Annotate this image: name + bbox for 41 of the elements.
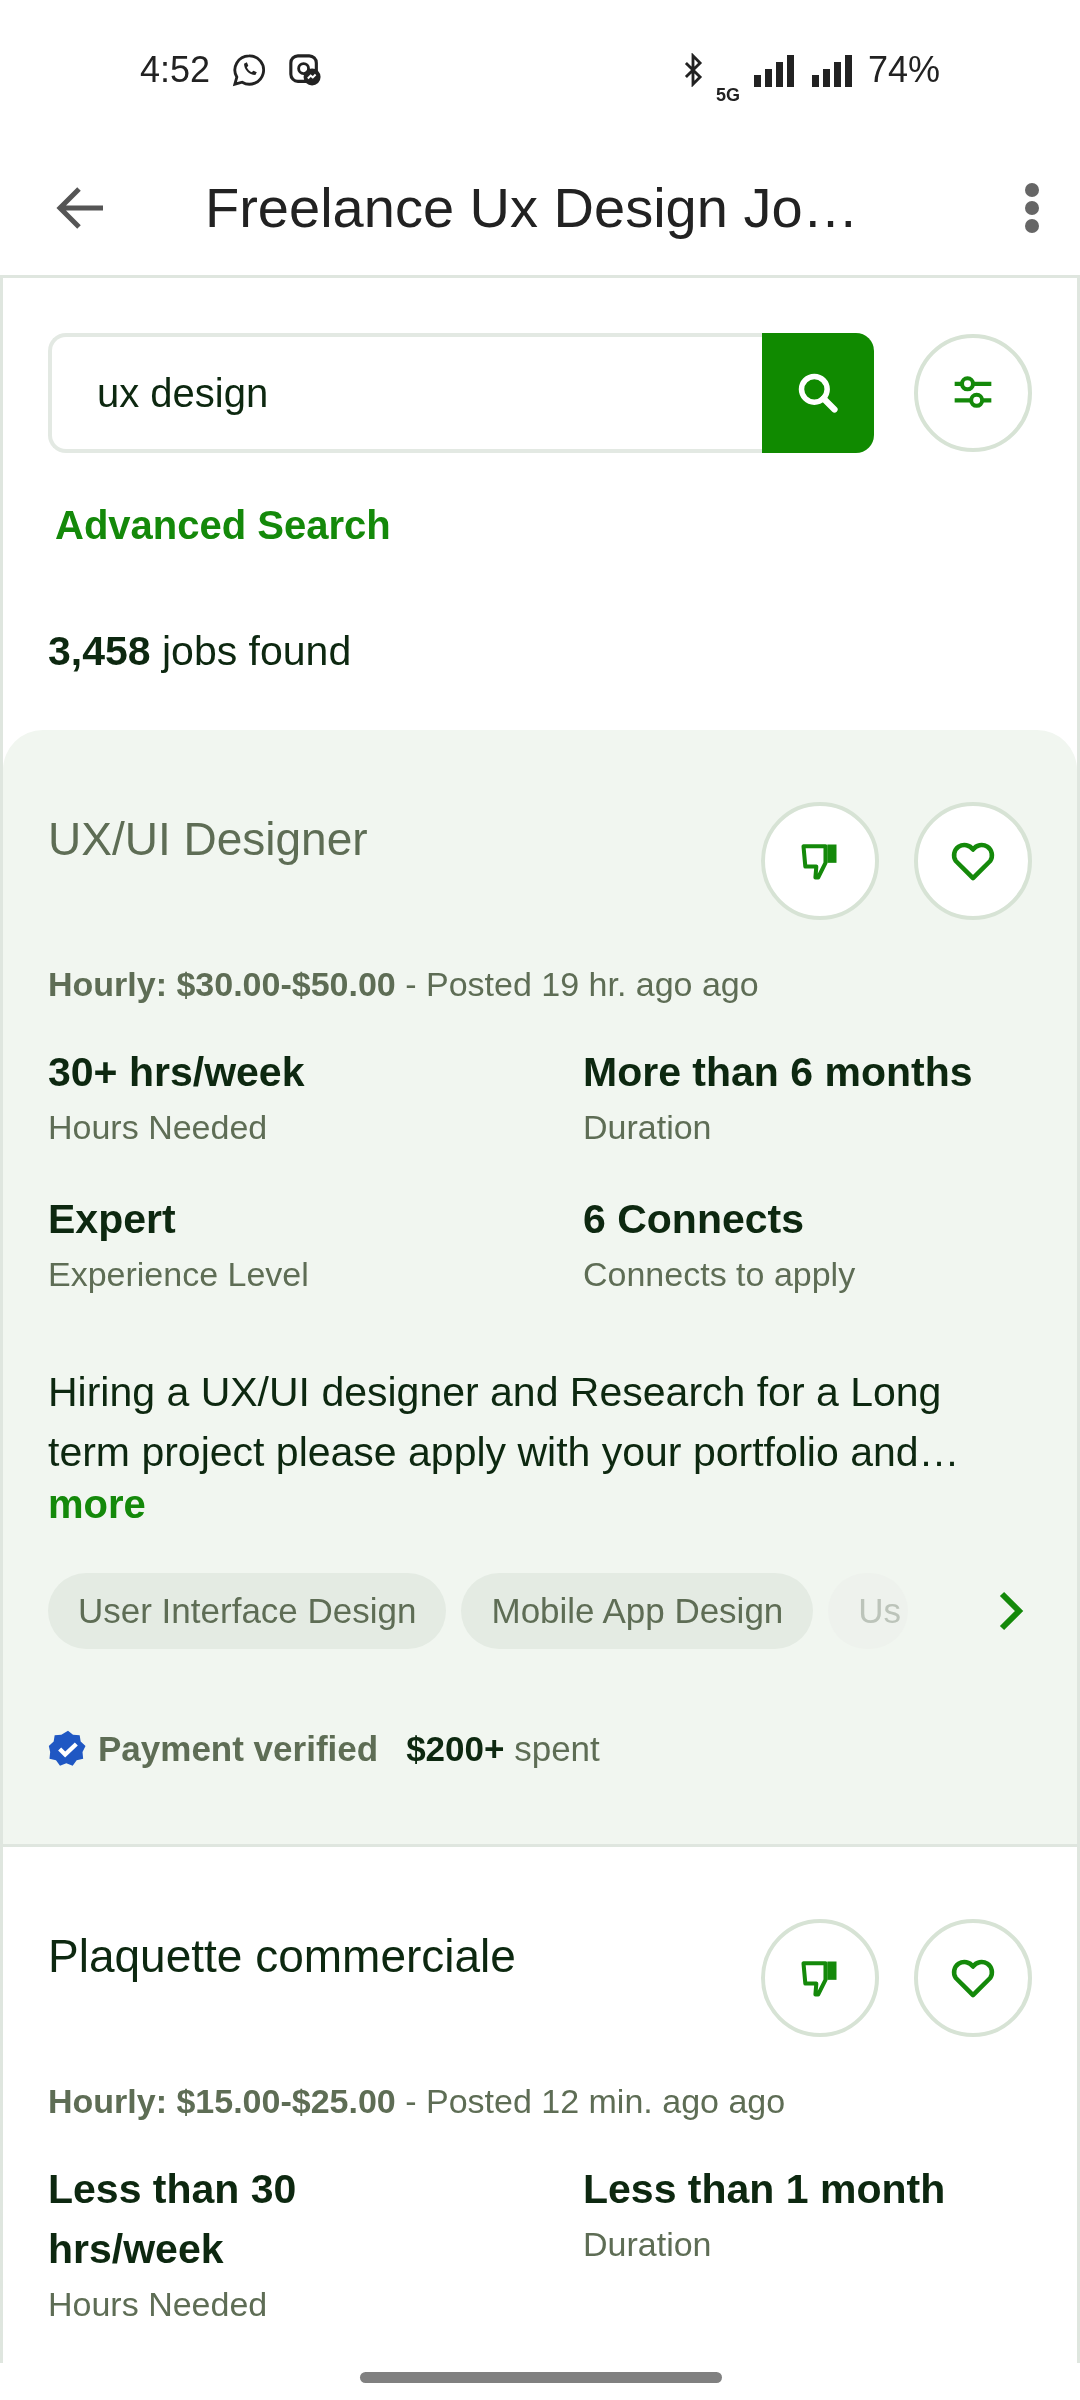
job-title[interactable]: Plaquette commerciale	[48, 1929, 726, 1983]
stat-value: 30+ hrs/week	[48, 1048, 306, 1097]
battery-level: 74%	[867, 49, 940, 91]
stat-label: Hours Needed	[48, 1108, 269, 1147]
amount-spent: $200+ spent	[406, 1729, 600, 1769]
heart-icon	[950, 840, 996, 882]
payment-status: Payment verified	[98, 1729, 379, 1769]
chevron-right-icon	[998, 1591, 1024, 1631]
stat-value: Expert	[48, 1195, 177, 1244]
stat-label: Duration	[583, 2225, 713, 2264]
more-menu-icon[interactable]	[1024, 181, 1040, 234]
skill-tag[interactable]: Mobile App Design	[461, 1573, 814, 1649]
results-count: 3,458 jobs found	[48, 628, 353, 675]
job-card[interactable]	[3, 730, 1077, 1847]
search-field[interactable]: ux design	[48, 333, 762, 453]
camera-chat-icon	[288, 53, 323, 87]
stat-value: Less than 30 hrs/week	[48, 2165, 298, 2274]
job-card[interactable]: Plaquette commerciale Hourly: $15.00-$25.00 - Posted 12 min. ago ago Less than 30 hrs/week Hours Needed Less than 1 month Duration	[3, 1847, 1077, 2363]
search-button[interactable]	[762, 333, 874, 453]
stat-value: More than 6 months	[583, 1048, 974, 1097]
stat-label: Duration	[583, 1108, 713, 1147]
clock: 4:52	[140, 49, 211, 91]
network-type: 5G	[715, 84, 740, 106]
stat-label: Connects to apply	[583, 1255, 857, 1294]
chat-bubble-icon	[232, 53, 267, 87]
next-button[interactable]	[998, 1591, 1024, 1631]
heart-icon	[950, 1957, 996, 1999]
advanced-search-link[interactable]: Advanced Search	[55, 503, 391, 548]
stat-value: 6 Connects	[583, 1195, 805, 1244]
stat-label: Experience Level	[48, 1255, 310, 1294]
stat-value: Less than 1 month	[583, 2165, 947, 2214]
stat-label: Hours Needed	[48, 2285, 269, 2324]
back-arrow-icon[interactable]	[55, 185, 105, 230]
job-rate-posted: Hourly: $15.00-$25.00 - Posted 12 min. ago ago	[48, 2082, 787, 2121]
skill-tag[interactable]: User Interface Design	[48, 1573, 447, 1649]
job-title[interactable]: UX/UI Designer	[48, 812, 726, 866]
page-title: Freelance Ux Design Jo…	[205, 175, 860, 240]
search-icon	[796, 371, 840, 415]
job-description: Hiring a UX/UI designer and Research for a Long term project please apply with your portfolio and…	[48, 1368, 961, 1477]
job-rate-posted: Hourly: $30.00-$50.00 - Posted 19 hr. ago ago	[48, 965, 760, 1004]
more-link[interactable]: more	[48, 1482, 146, 1527]
